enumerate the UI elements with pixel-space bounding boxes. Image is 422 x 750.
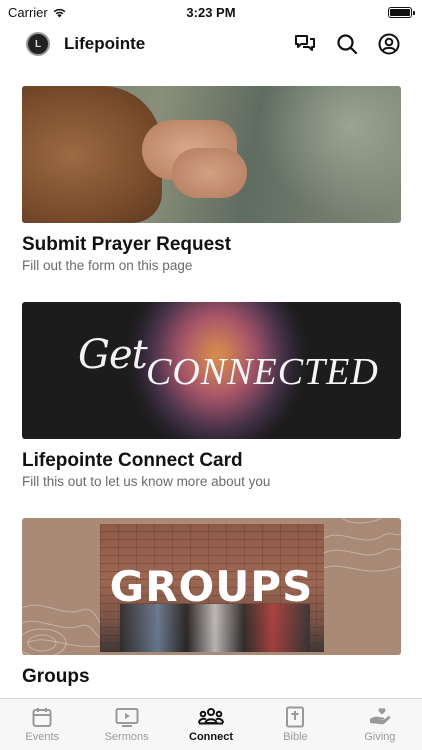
tab-label: Connect — [189, 731, 234, 743]
card-subtitle: Fill out the form on this page — [22, 258, 193, 273]
giving-hand-icon — [369, 708, 391, 725]
wifi-icon — [53, 8, 66, 17]
tab-events[interactable]: Events — [0, 699, 84, 750]
chat-icon[interactable] — [294, 33, 316, 55]
connect-feed[interactable]: Submit Prayer Request Fill out the form … — [22, 86, 401, 698]
tab-bible[interactable]: Bible — [253, 699, 337, 750]
church-logo[interactable]: L — [26, 32, 50, 56]
card-title[interactable]: Groups — [22, 666, 401, 688]
people-icon — [198, 708, 225, 725]
status-bar: Carrier 3:23 PM — [0, 0, 422, 24]
status-left: Carrier — [8, 5, 67, 20]
graphic-script-text: Get — [78, 332, 148, 378]
card-subtitle: Fill this out to let us know more about … — [22, 474, 271, 489]
card-prayer-request[interactable]: Submit Prayer Request Fill out the form … — [22, 86, 401, 275]
tab-label: Bible — [283, 731, 308, 743]
graphic-text: GROUPS — [109, 562, 314, 611]
app-title: Lifepointe — [64, 34, 146, 53]
tab-giving[interactable]: Giving — [338, 699, 422, 750]
card-title[interactable]: Submit Prayer Request — [22, 234, 401, 256]
carrier-label: Carrier — [8, 4, 48, 20]
search-icon[interactable] — [336, 33, 358, 55]
profile-icon[interactable] — [378, 33, 400, 55]
tab-connect[interactable]: Connect — [169, 699, 253, 750]
battery-icon — [388, 6, 415, 18]
card-groups[interactable]: GROUPS Groups — [22, 518, 401, 688]
get-connected-graphic[interactable]: Get CONNECTED — [22, 302, 401, 439]
card-connect-card[interactable]: Get CONNECTED Lifepointe Connect Card Fi… — [22, 302, 401, 491]
tv-play-icon — [115, 708, 139, 727]
praying-hands-photo[interactable] — [22, 86, 401, 223]
header-actions — [294, 33, 400, 55]
tab-label: Giving — [364, 731, 396, 743]
tab-label: Sermons — [104, 731, 149, 743]
calendar-icon — [32, 708, 52, 727]
tab-bar: Events Sermons Connect Bible Giving — [0, 698, 422, 750]
groups-graphic[interactable]: GROUPS — [22, 518, 401, 655]
card-title[interactable]: Lifepointe Connect Card — [22, 450, 401, 472]
bible-icon — [286, 706, 305, 728]
graphic-caps-text: CONNECTED — [146, 351, 379, 393]
app-header: L Lifepointe — [0, 26, 422, 62]
tab-sermons[interactable]: Sermons — [84, 699, 168, 750]
tab-label: Events — [25, 731, 60, 743]
